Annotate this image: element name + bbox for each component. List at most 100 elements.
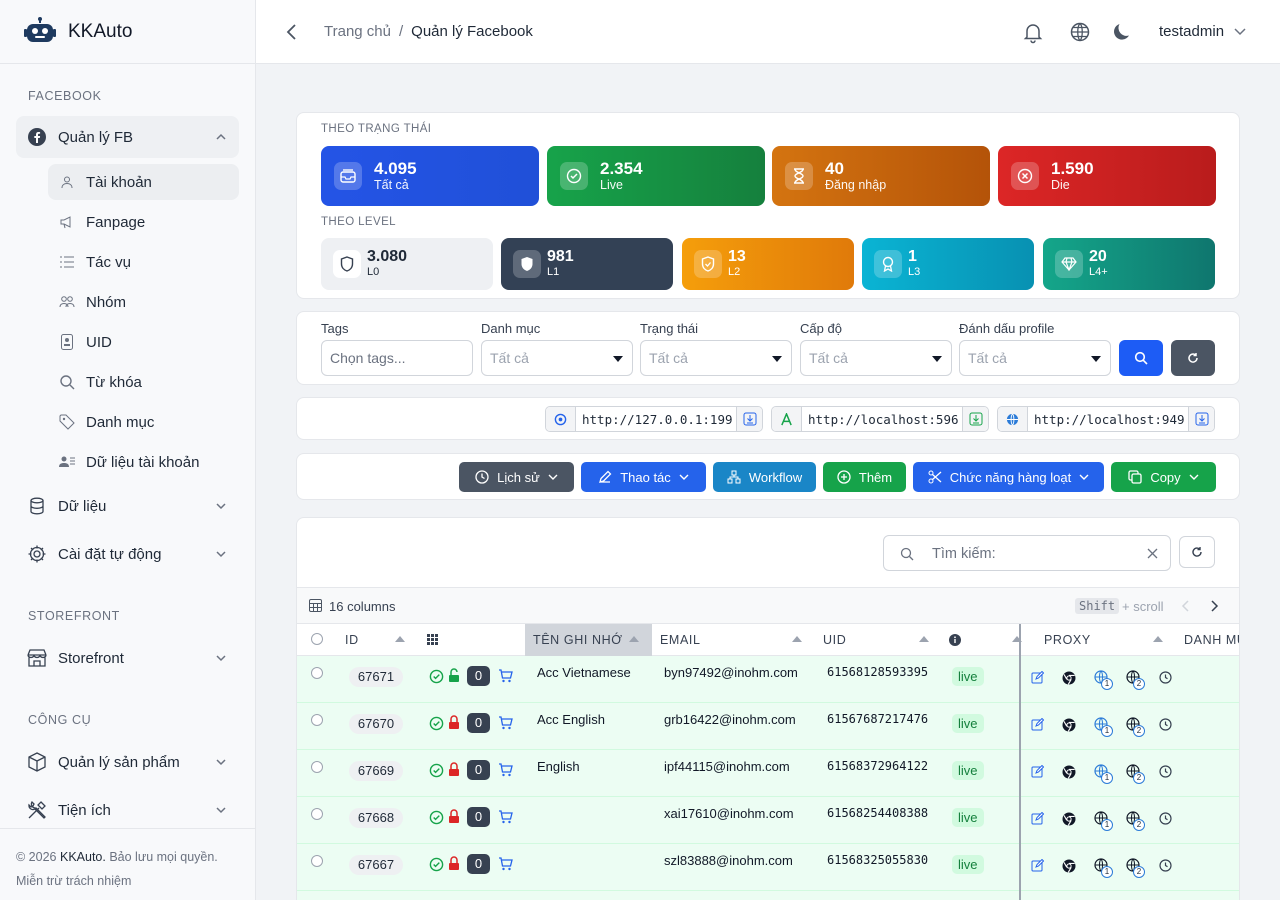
sidebar-item-tu-khoa[interactable]: Từ khóa	[48, 364, 239, 400]
edit-icon[interactable]	[1031, 859, 1044, 872]
proxy-1[interactable]: 1	[1094, 764, 1116, 786]
sidebar-item-tai-khoan[interactable]: Tài khoản	[48, 164, 239, 200]
sidebar-item-fanpage[interactable]: Fanpage	[48, 204, 239, 240]
footer-disclaimer-link[interactable]: Miễn trừ trách nhiệm	[16, 869, 240, 893]
table-refresh-button[interactable]	[1179, 536, 1215, 568]
mark-select[interactable]: Tất cả	[959, 340, 1111, 376]
clock-icon[interactable]	[1159, 671, 1172, 684]
clock-icon[interactable]	[1159, 812, 1172, 825]
chevron-right-icon[interactable]	[1209, 600, 1219, 612]
header-proxy[interactable]: PROXY	[1044, 624, 1091, 656]
stat-all[interactable]: 4.095 Tất cả	[321, 146, 539, 206]
copy-button[interactable]: Copy	[1111, 462, 1216, 492]
stat-login[interactable]: 40 Đăng nhập	[772, 146, 990, 206]
row-select-radio[interactable]	[311, 761, 323, 773]
sort-up-icon[interactable]	[792, 636, 802, 642]
download-icon[interactable]	[969, 412, 983, 426]
table-search-input[interactable]: Tìm kiếm:	[883, 535, 1171, 571]
table-row[interactable]: 67669 0 English ipf44115@inohm.com 615683729…	[297, 750, 1239, 797]
proxy-2[interactable]: 2	[1126, 858, 1148, 880]
edit-icon[interactable]	[1031, 812, 1044, 825]
lock-icon[interactable]	[448, 809, 460, 824]
url-text[interactable]: http://127.0.0.1:199	[576, 407, 736, 431]
row-uid[interactable]: 61568325055830	[827, 853, 928, 867]
nav-tien-ich[interactable]: Tiện ích	[16, 789, 239, 831]
bulk-functions-button[interactable]: Chức năng hàng loạt	[913, 462, 1104, 492]
chrome-icon[interactable]	[1062, 859, 1076, 873]
reset-button[interactable]	[1171, 340, 1215, 376]
chrome-icon[interactable]	[1062, 671, 1076, 685]
row-select-radio[interactable]	[311, 808, 323, 820]
breadcrumb-home[interactable]: Trang chủ	[324, 23, 391, 40]
operations-button[interactable]: Thao tác	[581, 462, 706, 492]
proxy-1[interactable]: 1	[1094, 717, 1116, 739]
nav-du-lieu[interactable]: Dữ liệu	[16, 485, 239, 527]
close-icon[interactable]	[1147, 548, 1158, 559]
clock-icon[interactable]	[1159, 718, 1172, 731]
header-uid[interactable]: UID	[823, 624, 846, 656]
status-select[interactable]: Tất cả	[640, 340, 792, 376]
edit-icon[interactable]	[1031, 765, 1044, 778]
row-uid[interactable]: 61567687217476	[827, 712, 928, 726]
nav-storefront[interactable]: Storefront	[16, 637, 239, 679]
download-icon[interactable]	[1195, 412, 1209, 426]
sort-up-icon[interactable]	[919, 636, 929, 642]
stat-die[interactable]: 1.590 Die	[998, 146, 1216, 206]
lock-icon[interactable]	[448, 856, 460, 871]
sidebar-item-tac-vu[interactable]: Tác vụ	[48, 244, 239, 280]
nav-cai-dat-tu-dong[interactable]: Cài đặt tự động	[16, 533, 239, 575]
row-id[interactable]: 67671	[349, 667, 403, 687]
lock-icon[interactable]	[448, 715, 460, 730]
columns-count[interactable]: 16 columns	[329, 599, 395, 614]
row-select-radio[interactable]	[311, 714, 323, 726]
url-field-3[interactable]: http://localhost:949	[997, 406, 1215, 432]
proxy-2[interactable]: 2	[1126, 717, 1148, 739]
bell-icon[interactable]	[1021, 20, 1045, 44]
sort-up-icon[interactable]	[395, 636, 405, 642]
chevron-left-icon[interactable]	[280, 20, 304, 44]
row-uid[interactable]: 61568128593395	[827, 665, 928, 679]
cart-icon[interactable]	[498, 763, 513, 777]
proxy-2[interactable]: 2	[1126, 764, 1148, 786]
stat-live[interactable]: 2.354 Live	[547, 146, 765, 206]
sidebar-item-danh-muc[interactable]: Danh mục	[48, 404, 239, 440]
sidebar-item-uid[interactable]: UID	[48, 324, 239, 360]
proxy-1[interactable]: 1	[1094, 811, 1116, 833]
category-select[interactable]: Tất cả	[481, 340, 633, 376]
level-select[interactable]: Tất cả	[800, 340, 952, 376]
url-field-2[interactable]: http://localhost:596	[771, 406, 989, 432]
edit-icon[interactable]	[1031, 671, 1044, 684]
table-row[interactable]	[297, 891, 1239, 900]
url-text[interactable]: http://localhost:596	[802, 407, 962, 431]
row-id[interactable]: 67668	[349, 808, 403, 828]
nav-quan-ly-san-pham[interactable]: Quản lý sản phẩm	[16, 741, 239, 783]
row-id[interactable]: 67670	[349, 714, 403, 734]
user-menu[interactable]: testadmin	[1159, 23, 1246, 40]
level-l0[interactable]: 3.080 L0	[321, 238, 493, 290]
cart-icon[interactable]	[498, 857, 513, 871]
level-l3[interactable]: 1 L3	[862, 238, 1034, 290]
level-l2[interactable]: 13 L2	[682, 238, 854, 290]
tags-input[interactable]: Chọn tags...	[321, 340, 473, 376]
brand[interactable]: KKAuto	[0, 0, 255, 64]
cart-icon[interactable]	[498, 669, 513, 683]
header-id[interactable]: ID	[345, 624, 359, 656]
sidebar-item-du-lieu-tai-khoan[interactable]: Dữ liệu tài khoản	[48, 444, 239, 480]
row-select-radio[interactable]	[311, 667, 323, 679]
grid-icon[interactable]	[427, 634, 438, 645]
globe-icon[interactable]	[1068, 20, 1092, 44]
row-uid[interactable]: 61568372964122	[827, 759, 928, 773]
proxy-1[interactable]: 1	[1094, 670, 1116, 692]
workflow-button[interactable]: Workflow	[713, 462, 816, 492]
url-text[interactable]: http://localhost:949	[1028, 407, 1188, 431]
sort-up-icon[interactable]	[1153, 636, 1163, 642]
nav-quan-ly-fb[interactable]: Quản lý FB	[16, 116, 239, 158]
chrome-icon[interactable]	[1062, 718, 1076, 732]
lock-icon[interactable]	[448, 762, 460, 777]
row-id[interactable]: 67667	[349, 855, 403, 875]
download-icon[interactable]	[743, 412, 757, 426]
search-button[interactable]	[1119, 340, 1163, 376]
level-l4-plus[interactable]: 20 L4+	[1043, 238, 1215, 290]
header-email[interactable]: EMAIL	[660, 624, 701, 656]
table-row[interactable]: 67670 0 Acc English grb16422@inohm.com 61567…	[297, 703, 1239, 750]
